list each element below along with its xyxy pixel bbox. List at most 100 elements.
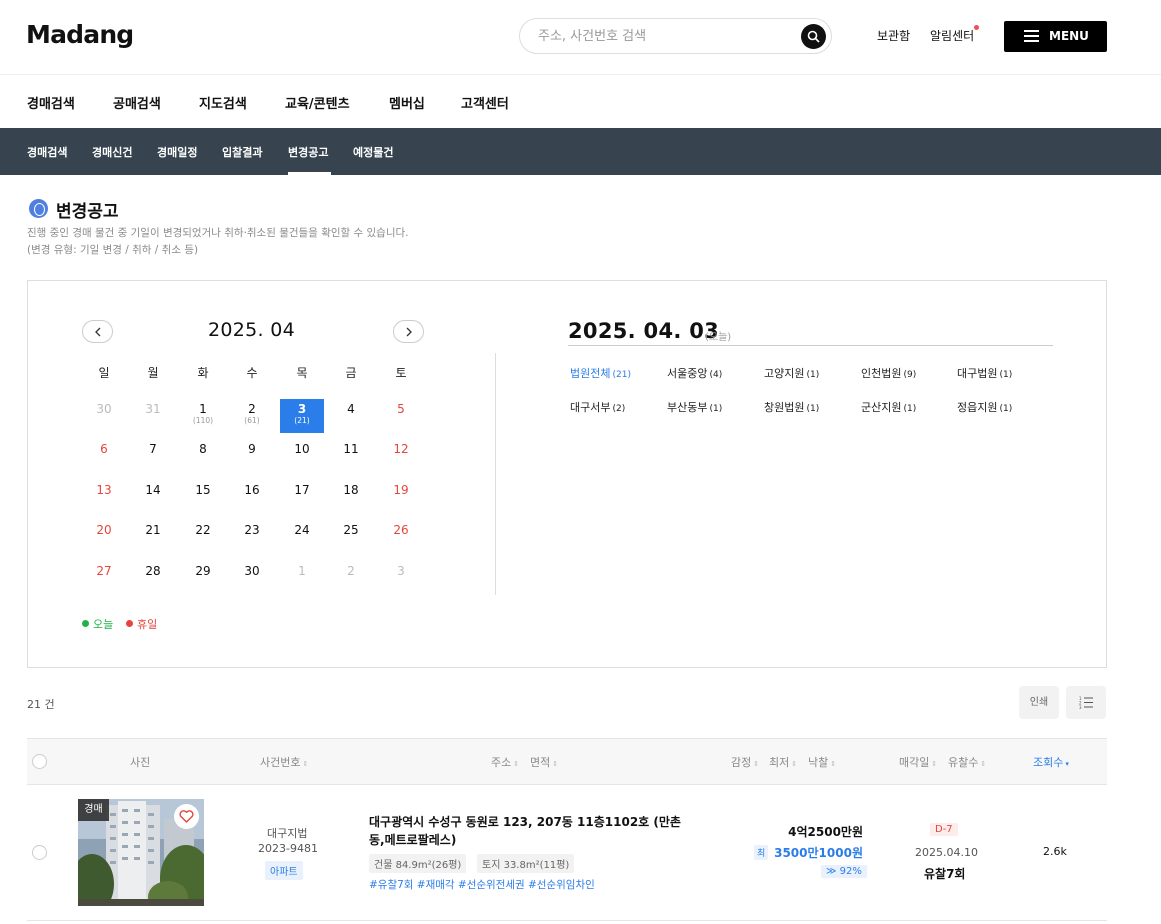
main-nav-customer-center[interactable]: 고객센터 [461,93,509,112]
court-filter[interactable]: 군산지원 (1) [861,399,916,415]
property-address[interactable]: 대구광역시 수성구 동원로 123, 207동 11층1102호 (만촌동,메트… [369,813,689,849]
calendar-day[interactable]: 3 (21) [280,399,324,433]
main-nav-map-search[interactable]: 지도검색 [199,93,247,112]
court-filter[interactable]: 정읍지원 (1) [957,399,1012,415]
calendar-day[interactable]: 18 [329,480,373,514]
calendar-day[interactable]: 11 [329,439,373,473]
calendar-day[interactable]: 22 [181,520,225,554]
court-filter[interactable]: 대구서부 (2) [570,399,625,415]
next-month-button[interactable] [393,320,424,343]
main-nav-membership[interactable]: 멤버십 [389,93,425,112]
calendar-day-number: 21 [145,523,161,537]
court-filter[interactable]: 대구법원 (1) [957,365,1012,381]
calendar-day[interactable]: 3 [379,561,423,595]
calendar-day[interactable]: 25 [329,520,373,554]
calendar-day-number: 29 [195,564,211,578]
calendar-day[interactable]: 31 [131,399,175,433]
court-count: (1) [709,404,723,414]
court-name: 서울중앙 [667,367,708,380]
view-count: 2.6k [1043,845,1067,858]
prev-month-button[interactable] [82,320,113,343]
calendar-day[interactable]: 30 [82,399,126,433]
logo[interactable]: Madang [26,20,134,49]
property-photo[interactable]: 경매 [78,799,204,906]
price-percent-badge: ≫ 92% [821,865,867,878]
calendar-day[interactable]: 2 (61) [230,399,274,433]
court-filter[interactable]: 고양지원 (1) [764,365,819,381]
calendar-day[interactable]: 27 [82,561,126,595]
court-filter[interactable]: 창원법원 (1) [764,399,819,415]
calendar-day-number: 17 [294,483,310,497]
calendar-day[interactable]: 30 [230,561,274,595]
select-all-checkbox[interactable] [32,754,47,769]
calendar-day-number: 14 [145,483,161,497]
calendar-day[interactable]: 29 [181,561,225,595]
col-winning[interactable]: 낙찰 ⇕ [808,754,836,770]
search-button[interactable] [801,24,826,49]
col-fail-count[interactable]: 유찰수 ⇕ [948,754,986,770]
col-min[interactable]: 최저 ⇕ [769,754,797,770]
court-filter[interactable]: 서울중앙 (4) [667,365,722,381]
calendar-day[interactable]: 10 [280,439,324,473]
calendar-day[interactable]: 4 [329,399,373,433]
sub-nav-change-notice[interactable]: 변경공고 [288,144,328,160]
col-sale-date[interactable]: 매각일 ⇕ [899,754,937,770]
calendar-day[interactable]: 17 [280,480,324,514]
sub-nav-bid-results[interactable]: 입찰결과 [222,144,262,160]
property-tags[interactable]: #유찰7회 #재매각 #선순위전세권 #선순위임차인 [369,877,595,892]
legend-holiday: 휴일 [126,616,157,632]
sub-nav-new-auctions[interactable]: 경매신건 [92,144,132,160]
calendar-day[interactable]: 24 [280,520,324,554]
row-checkbox[interactable] [32,845,47,860]
sub-nav-schedule[interactable]: 경매일정 [157,144,197,160]
calendar-day[interactable]: 2 [329,561,373,595]
court-filter[interactable]: 인천법원 (9) [861,365,916,381]
calendar-day[interactable]: 8 [181,439,225,473]
calendar-day[interactable]: 5 [379,399,423,433]
calendar-day[interactable]: 23 [230,520,274,554]
court-filter[interactable]: 부산동부 (1) [667,399,722,415]
sub-nav-upcoming[interactable]: 예정물건 [353,144,393,160]
calendar-day[interactable]: 28 [131,561,175,595]
sub-nav-auction-search[interactable]: 경매검색 [27,144,67,160]
calendar-day[interactable]: 20 [82,520,126,554]
table-row[interactable]: 경매 대구지법 2023-9481 아파트 대구광역시 수성구 동원로 123,… [27,785,1107,921]
menu-button[interactable]: MENU [1004,21,1107,52]
col-appraise[interactable]: 감정 ⇕ [731,754,759,770]
col-case-no[interactable]: 사건번호 ⇕ [260,754,308,770]
main-nav-education[interactable]: 교육/콘텐츠 [285,93,350,112]
calendar-day-number: 28 [145,564,161,578]
court-filter[interactable]: 법원전체 (21) [570,365,631,381]
col-area[interactable]: 면적 ⇕ [530,754,558,770]
calendar-day[interactable]: 6 [82,439,126,473]
main-nav-public-sale-search[interactable]: 공매검색 [113,93,161,112]
calendar-day[interactable]: 26 [379,520,423,554]
calendar-day[interactable]: 14 [131,480,175,514]
case-number[interactable]: 2023-9481 [258,842,318,855]
calendar-day[interactable]: 12 [379,439,423,473]
table-header: 사진 사건번호 ⇕ 주소 ⇕ 면적 ⇕ 감정 ⇕ 최저 ⇕ 낙찰 ⇕ 매각일 ⇕ 유찰수 ⇕ 조… [27,738,1107,785]
auction-badge: 경매 [78,799,109,821]
calendar-day[interactable]: 9 [230,439,274,473]
calendar-day[interactable]: 1 [280,561,324,595]
calendar-day[interactable]: 16 [230,480,274,514]
calendar-day[interactable]: 21 [131,520,175,554]
list-view-button[interactable]: 1 2 3 [1066,686,1106,719]
calendar-day[interactable]: 7 [131,439,175,473]
calendar-day[interactable]: 1 (110) [181,399,225,433]
court-count: (1) [806,404,820,414]
calendar-day[interactable]: 13 [82,480,126,514]
main-nav-auction-search[interactable]: 경매검색 [27,93,75,112]
calendar-day-number: 1 [199,402,207,416]
alerts-link[interactable]: 알림센터 [930,25,980,44]
search-input[interactable] [538,26,788,46]
calendar-day-count: (61) [244,416,260,425]
col-views[interactable]: 조회수 ▾ [1033,754,1069,770]
weekday-header: 토 [395,366,407,380]
calendar-day[interactable]: 19 [379,480,423,514]
col-address[interactable]: 주소 ⇕ [491,754,519,770]
saved-link[interactable]: 보관함 [877,27,910,44]
favorite-button[interactable] [174,804,199,829]
print-button[interactable]: 인쇄 [1019,686,1059,719]
calendar-day[interactable]: 15 [181,480,225,514]
